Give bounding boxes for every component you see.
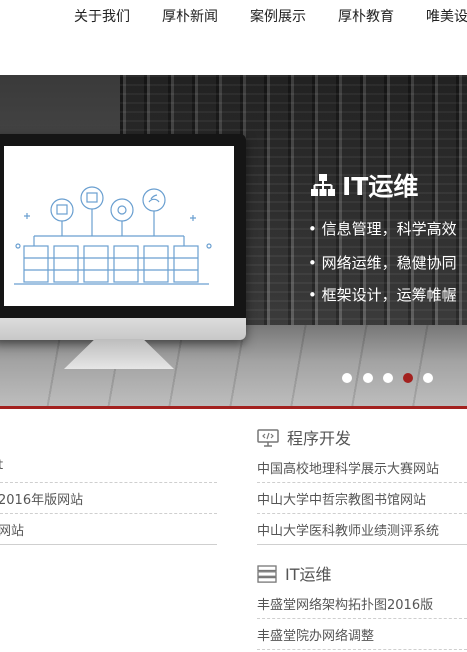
- nav-item-news[interactable]: 厚朴新闻: [162, 6, 218, 26]
- list-item[interactable]: 网站: [0, 514, 217, 545]
- banner-bullet: • 信息管理，科学高效: [308, 220, 457, 238]
- banner-divider: [0, 406, 467, 409]
- section-title-program: 程序开发: [257, 425, 351, 451]
- carousel-dot-active[interactable]: [403, 373, 413, 383]
- banner-title-text: IT运维: [342, 172, 419, 201]
- list-item[interactable]: 丰盛堂网络架构拓扑图2016版: [257, 588, 467, 619]
- banner-bullet: • 框架设计，运筹帷幄: [308, 286, 457, 304]
- list-item[interactable]: t: [0, 452, 217, 483]
- section-title-itops: IT运维: [257, 561, 332, 587]
- carousel-dot[interactable]: [342, 373, 352, 383]
- nav-item-education[interactable]: 厚朴教育: [338, 6, 394, 26]
- list-item[interactable]: 中山大学医科教师业绩测评系统: [257, 514, 467, 545]
- nav-item-cases[interactable]: 案例展示: [250, 6, 306, 26]
- carousel-dot[interactable]: [423, 373, 433, 383]
- list-item[interactable]: 中山大学中哲宗教图书馆网站: [257, 483, 467, 514]
- code-monitor-icon: [257, 429, 279, 451]
- monitor-screen: [4, 146, 234, 306]
- banner-title: IT运维: [310, 167, 418, 203]
- nav-item-about[interactable]: 关于我们: [74, 6, 130, 26]
- list-item[interactable]: 2016年版网站: [0, 483, 217, 514]
- monitor-illustration: [0, 134, 246, 340]
- carousel-dot[interactable]: [363, 373, 373, 383]
- server-rack-icon: [257, 565, 277, 587]
- top-nav: 关于我们 厚朴新闻 案例展示 厚朴教育 唯美设: [0, 0, 467, 32]
- banner-bullet: • 网络运维，稳健协同: [308, 254, 457, 272]
- carousel-dot[interactable]: [383, 373, 393, 383]
- list-item[interactable]: 丰盛堂院办网络调整: [257, 619, 467, 650]
- network-topology-icon: [310, 173, 336, 203]
- list-item[interactable]: 中国高校地理科学展示大赛网站: [257, 452, 467, 483]
- monitor-chin: [0, 318, 246, 340]
- hero-banner: IT运维 • 信息管理，科学高效 • 网络运维，稳健协同 • 框架设计，运筹帷幄: [0, 75, 467, 406]
- network-diagram-icon: [14, 186, 212, 285]
- nav-item-design[interactable]: 唯美设: [426, 6, 467, 26]
